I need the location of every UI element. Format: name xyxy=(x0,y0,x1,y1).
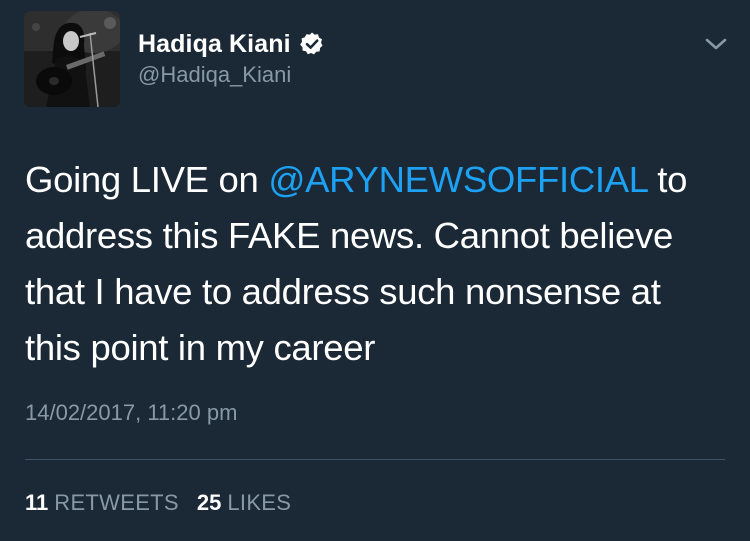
retweets-stat[interactable]: 11 RETWEETS xyxy=(25,490,179,516)
tweet-timestamp[interactable]: 14/02/2017, 11:20 pm xyxy=(25,400,237,426)
display-name-row: Hadiqa Kiani xyxy=(138,26,325,62)
display-name[interactable]: Hadiqa Kiani xyxy=(138,30,291,59)
tweet-card: Hadiqa Kiani @Hadiqa_Kiani Going LIVE on… xyxy=(0,0,750,541)
divider xyxy=(25,459,725,460)
retweets-count: 11 xyxy=(25,490,49,515)
tweet-text-before: Going LIVE on xyxy=(25,159,269,200)
avatar-image xyxy=(24,11,120,107)
likes-stat[interactable]: 25 LIKES xyxy=(197,490,291,516)
likes-count: 25 xyxy=(196,490,222,515)
chevron-down-icon[interactable] xyxy=(703,34,729,54)
tweet-text: Going LIVE on @ARYNEWSOFFICIAL to addres… xyxy=(25,152,725,376)
retweets-label: RETWEETS xyxy=(54,490,179,515)
verified-badge-icon xyxy=(299,32,323,55)
mention-link[interactable]: @ARYNEWSOFFICIAL xyxy=(268,159,647,200)
avatar[interactable] xyxy=(24,11,120,107)
user-handle[interactable]: @Hadiqa_Kiani xyxy=(138,62,291,88)
engagement-stats: 11 RETWEETS 25 LIKES xyxy=(25,490,291,516)
likes-label: LIKES xyxy=(227,490,292,515)
